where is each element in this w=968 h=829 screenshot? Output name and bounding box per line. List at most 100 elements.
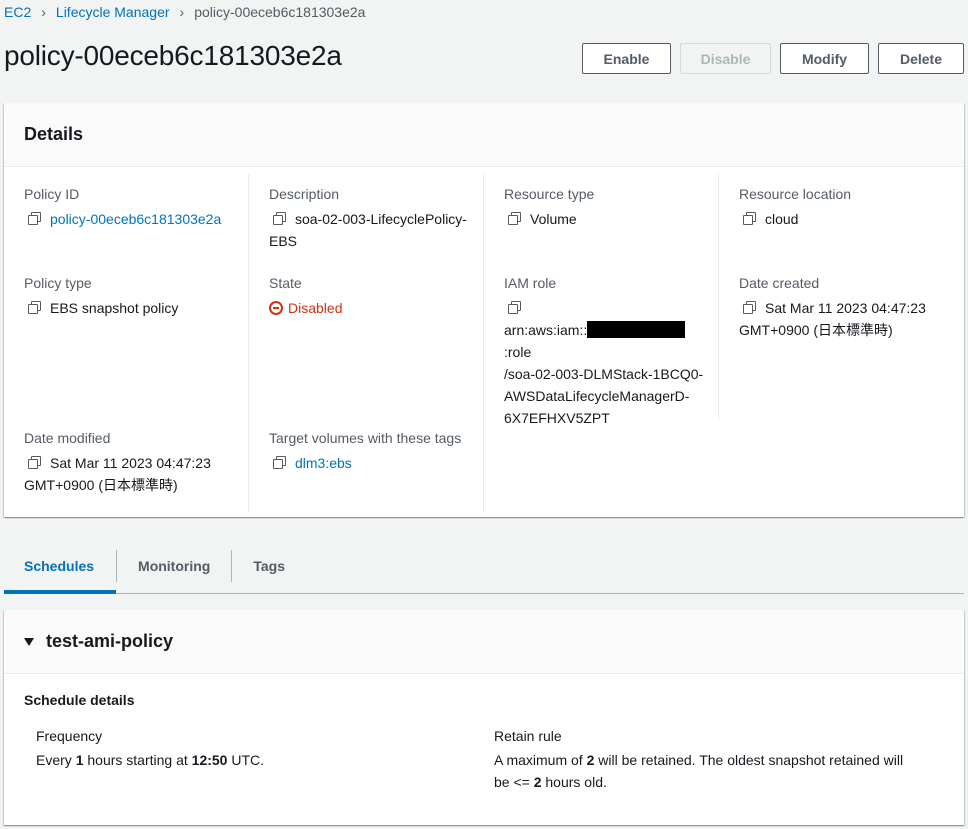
status-negative-icon <box>269 301 283 315</box>
copy-icon[interactable] <box>28 212 41 225</box>
description-line2: EBS <box>269 233 298 249</box>
frequency-label: Frequency <box>36 728 103 744</box>
details-title: Details <box>24 124 84 144</box>
resource-type-text: Volume <box>530 211 577 227</box>
copy-icon[interactable] <box>273 456 286 469</box>
policy-id-label: Policy ID <box>24 186 80 202</box>
tab-tags[interactable]: Tags <box>231 546 307 586</box>
state-value: Disabled <box>269 297 477 319</box>
chevron-right-icon: › <box>179 4 185 20</box>
policy-type-field: Policy type EBS snapshot policy <box>24 273 242 319</box>
policy-type-value: EBS snapshot policy <box>24 297 242 319</box>
date-created-field: Date created Sat Mar 11 2023 04:47:23 GM… <box>739 273 962 341</box>
date-modified-label: Date modified <box>24 430 111 446</box>
resource-location-text: cloud <box>765 211 799 227</box>
frequency-field: Frequency Every 1 hours starting at 12:5… <box>36 726 264 771</box>
retain-rule-label: Retain rule <box>494 728 562 744</box>
state-field: State Disabled <box>269 273 477 319</box>
schedule-name: test-ami-policy <box>46 631 174 651</box>
modify-button[interactable]: Modify <box>780 43 869 74</box>
resource-type-field: Resource type Volume <box>504 184 712 230</box>
copy-icon[interactable] <box>273 212 286 225</box>
retain-rule-value: A maximum of 2 will be retained. The old… <box>494 749 934 793</box>
date-created-label: Date created <box>739 275 820 291</box>
iam-role-label: IAM role <box>504 275 557 291</box>
resource-type-value: Volume <box>504 208 712 230</box>
iam-role-value: arn:aws:iam:::role /soa-02-003-DLMStack-… <box>504 297 712 429</box>
breadcrumb: EC2 › Lifecycle Manager › policy-00eceb6… <box>4 2 365 22</box>
retain-line2-count: 2 <box>533 774 542 790</box>
description-line1: soa-02-003-LifecyclePolicy- <box>295 211 467 227</box>
tab-bar: Schedules Monitoring Tags <box>4 546 964 594</box>
date-modified-line1: Sat Mar 11 2023 04:47:23 <box>50 455 211 471</box>
breadcrumb-current: policy-00eceb6c181303e2a <box>194 4 366 20</box>
date-created-line2: GMT+0900 (日本標準時) <box>739 322 893 338</box>
copy-icon[interactable] <box>743 212 756 225</box>
resource-location-field: Resource location cloud <box>739 184 962 230</box>
description-label: Description <box>269 186 340 202</box>
iam-role-line4: 6X7EFHXV5ZPT <box>504 410 610 426</box>
chevron-right-icon: › <box>41 4 46 20</box>
frequency-mid: hours starting at <box>83 752 192 768</box>
policy-type-label: Policy type <box>24 275 92 291</box>
target-tags-label: Target volumes with these tags <box>269 430 462 446</box>
date-modified-value: Sat Mar 11 2023 04:47:23 GMT+0900 (日本標準時… <box>24 452 242 496</box>
copy-icon[interactable] <box>508 301 521 314</box>
retain-mid: will be retained. The oldest snapshot re… <box>594 752 904 768</box>
date-modified-field: Date modified Sat Mar 11 2023 04:47:23 G… <box>24 428 242 496</box>
page-title: policy-00eceb6c181303e2a <box>4 40 342 71</box>
iam-role-prefix: arn:aws:iam:: <box>504 322 588 338</box>
tab-schedules[interactable]: Schedules <box>4 546 117 594</box>
details-panel: Details Policy ID policy-00eceb6c181303e… <box>4 103 964 517</box>
target-tags-field: Target volumes with these tags dlm3:ebs <box>269 428 477 474</box>
redacted-account-id <box>587 321 686 338</box>
details-column-3: Resource type Volume IAM role arn:aws:ia… <box>484 174 719 426</box>
retain-line2-pre: be <= <box>494 774 534 790</box>
resource-location-label: Resource location <box>739 186 852 202</box>
tab-monitoring[interactable]: Monitoring <box>116 546 231 586</box>
policy-id-field: Policy ID policy-00eceb6c181303e2a <box>24 184 242 230</box>
action-bar: Enable Disable Modify Delete <box>582 43 964 74</box>
frequency-time: 12:50 <box>191 752 228 768</box>
disable-button[interactable]: Disable <box>680 43 771 74</box>
target-tag-link[interactable]: dlm3:ebs <box>295 455 352 471</box>
details-header: Details <box>4 103 964 167</box>
frequency-post: UTC. <box>227 752 265 768</box>
state-label: State <box>269 275 302 291</box>
state-text: Disabled <box>288 300 343 316</box>
schedule-panel: test-ami-policy Schedule details Frequen… <box>4 610 964 825</box>
resource-type-label: Resource type <box>504 186 595 202</box>
retain-line2-post: hours old. <box>541 774 607 790</box>
iam-role-line2: /soa-02-003-DLMStack-1BCQ0- <box>504 366 704 382</box>
description-field: Description soa-02-003-LifecyclePolicy- … <box>269 184 477 252</box>
details-column-2: Description soa-02-003-LifecyclePolicy- … <box>249 174 484 512</box>
target-tags-value: dlm3:ebs <box>269 452 477 474</box>
details-column-1: Policy ID policy-00eceb6c181303e2a Polic… <box>4 174 249 512</box>
copy-icon[interactable] <box>28 456 41 469</box>
frequency-pre: Every <box>36 752 76 768</box>
schedule-header[interactable]: test-ami-policy <box>4 610 964 674</box>
resource-location-value: cloud <box>739 208 962 230</box>
breadcrumb-ec2[interactable]: EC2 <box>4 4 31 20</box>
policy-type-text: EBS snapshot policy <box>50 300 179 316</box>
iam-role-field: IAM role arn:aws:iam:::role /soa-02-003-… <box>504 273 712 429</box>
details-grid: Policy ID policy-00eceb6c181303e2a Polic… <box>4 167 964 517</box>
breadcrumb-lifecycle-manager[interactable]: Lifecycle Manager <box>56 4 170 20</box>
policy-id-value: policy-00eceb6c181303e2a <box>24 208 242 230</box>
delete-button[interactable]: Delete <box>878 43 964 74</box>
schedule-details-title: Schedule details <box>24 692 135 708</box>
date-created-line1: Sat Mar 11 2023 04:47:23 <box>765 300 926 316</box>
copy-icon[interactable] <box>508 212 521 225</box>
description-value: soa-02-003-LifecyclePolicy- EBS <box>269 208 477 252</box>
retain-rule-field: Retain rule A maximum of 2 will be retai… <box>494 726 934 793</box>
iam-role-suffix: :role <box>504 344 532 360</box>
policy-id-link[interactable]: policy-00eceb6c181303e2a <box>50 211 221 227</box>
copy-icon[interactable] <box>743 301 756 314</box>
retain-pre: A maximum of <box>494 752 587 768</box>
date-modified-line2: GMT+0900 (日本標準時) <box>24 477 178 493</box>
copy-icon[interactable] <box>28 301 41 314</box>
date-created-value: Sat Mar 11 2023 04:47:23 GMT+0900 (日本標準時… <box>739 297 962 341</box>
caret-down-icon[interactable] <box>24 637 34 646</box>
enable-button[interactable]: Enable <box>582 43 671 74</box>
iam-role-line3: AWSDataLifecycleManagerD- <box>504 388 690 404</box>
